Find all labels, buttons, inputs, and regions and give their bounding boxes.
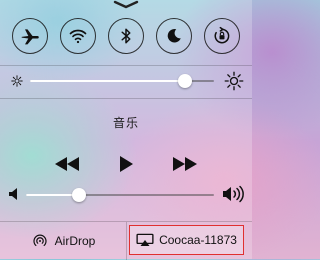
airplay-button[interactable]: Coocaa-11873	[129, 225, 244, 255]
volume-fill	[26, 194, 79, 196]
airplane-mode-toggle[interactable]	[12, 18, 48, 54]
rotation-lock-toggle[interactable]	[204, 18, 240, 54]
brightness-thumb[interactable]	[177, 74, 192, 88]
wifi-toggle[interactable]	[60, 18, 96, 54]
volume-thumb[interactable]	[71, 188, 86, 202]
bluetooth-icon	[121, 28, 131, 44]
brightness-fill	[30, 80, 185, 82]
airplay-label: Coocaa-11873	[159, 233, 237, 247]
divider	[0, 65, 252, 66]
brightness-low-icon	[11, 75, 23, 87]
rotation-lock-icon	[214, 26, 230, 44]
airdrop-label: AirDrop	[54, 234, 96, 248]
quick-toggles	[0, 18, 252, 58]
airplay-icon	[136, 233, 154, 246]
airplane-icon	[21, 29, 39, 45]
brightness-high-icon	[224, 71, 244, 91]
fast-forward-icon[interactable]	[172, 156, 198, 172]
rewind-icon[interactable]	[54, 156, 80, 172]
chevron-down-icon[interactable]	[112, 0, 140, 10]
play-icon[interactable]	[118, 155, 134, 173]
now-playing-title: 音乐	[112, 116, 139, 130]
wifi-icon	[69, 29, 87, 44]
volume-slider[interactable]	[26, 194, 214, 196]
bluetooth-toggle[interactable]	[108, 18, 144, 54]
airdrop-icon	[33, 234, 47, 247]
sharing-bar: AirDrop Coocaa-11873	[0, 221, 252, 260]
moon-icon	[167, 29, 181, 43]
divider	[0, 98, 252, 99]
do-not-disturb-toggle[interactable]	[156, 18, 192, 54]
volume-high-icon	[223, 185, 244, 203]
divider	[126, 222, 127, 260]
volume-low-icon	[9, 188, 17, 200]
airdrop-button[interactable]: AirDrop	[0, 222, 126, 260]
